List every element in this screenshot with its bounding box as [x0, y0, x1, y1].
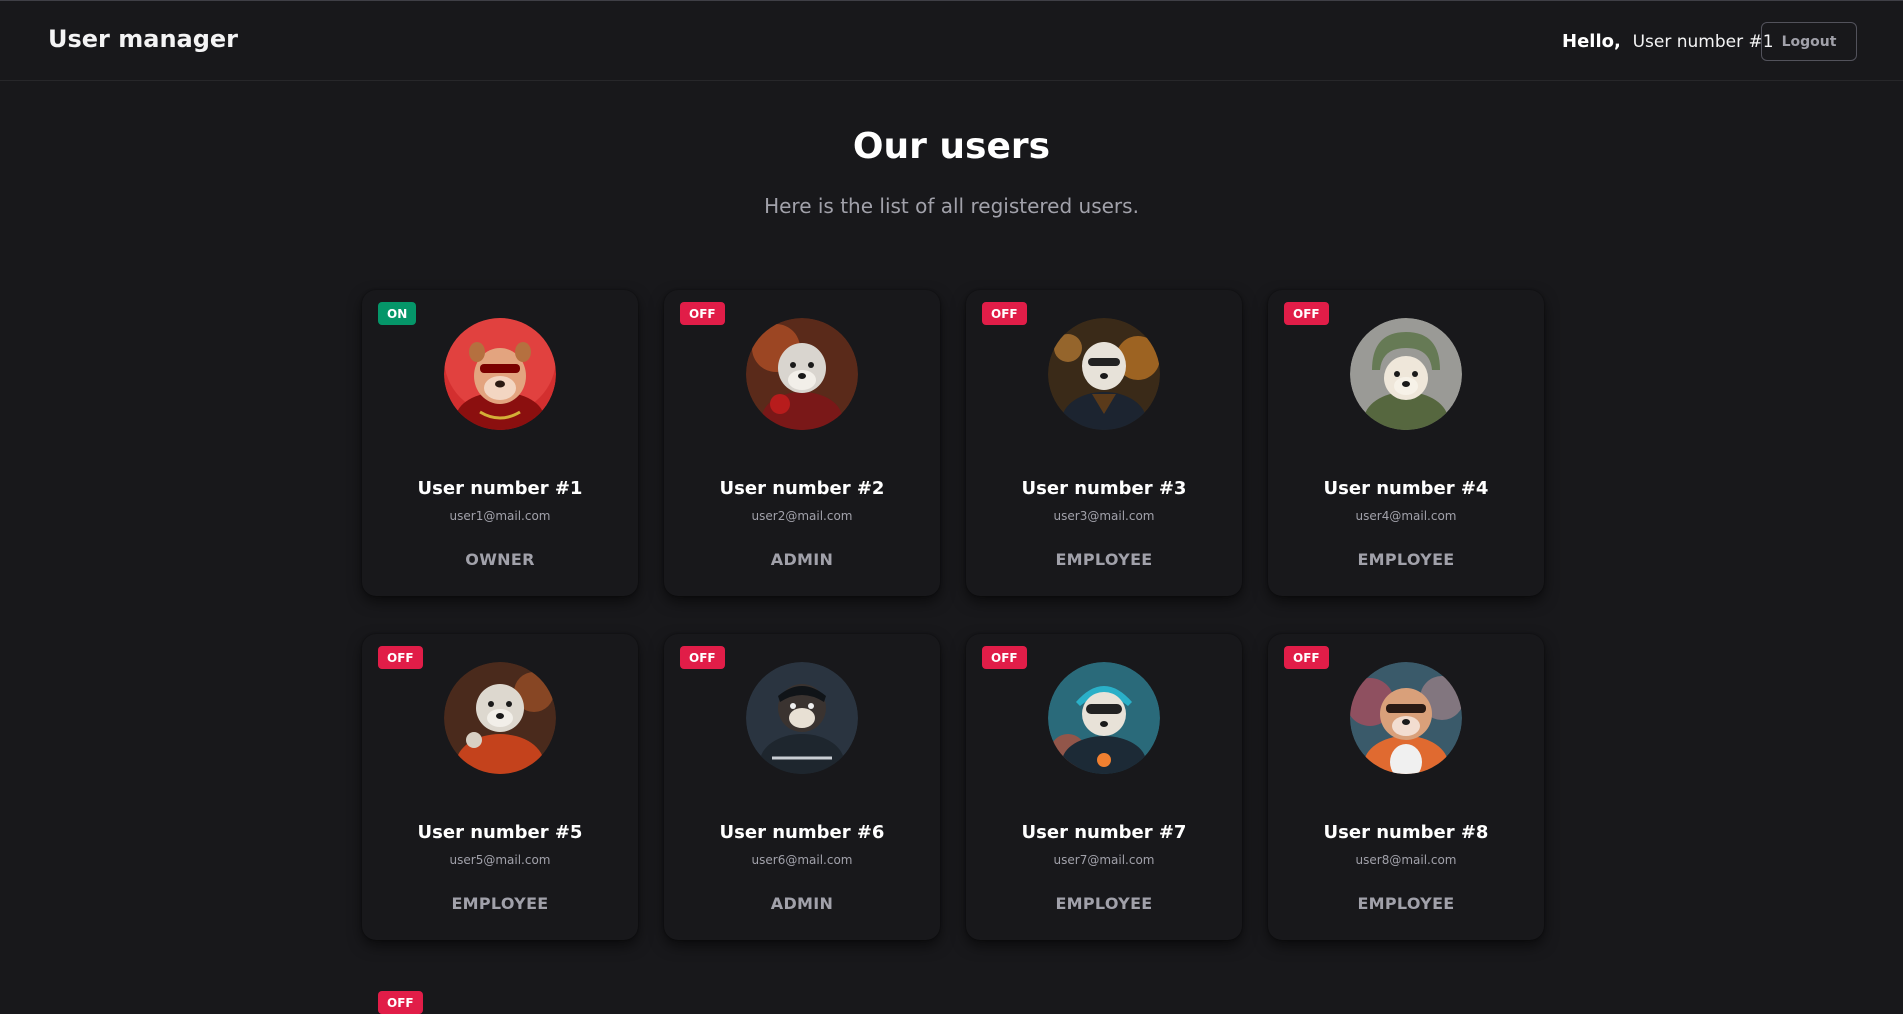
user-name: User number #4 [1323, 478, 1489, 499]
user-role: EMPLOYEE [451, 894, 549, 913]
user-role: EMPLOYEE [1357, 894, 1455, 913]
greeting-hello: Hello, [1562, 31, 1621, 52]
status-badge: OFF [1284, 646, 1329, 669]
users-grid: ON User number #1 user1@mail.com OWNER O… [362, 290, 1548, 940]
user-email: user6@mail.com [751, 853, 853, 867]
user-email: user8@mail.com [1355, 853, 1457, 867]
user-card[interactable]: OFF User number #7 user7@mail.com EMPLOY… [966, 634, 1242, 940]
user-email: user1@mail.com [449, 509, 551, 523]
page-title: Our users [852, 126, 1051, 167]
avatar [746, 318, 858, 430]
avatar [1350, 662, 1462, 774]
avatar [444, 662, 556, 774]
avatar [1350, 318, 1462, 430]
user-email: user5@mail.com [449, 853, 551, 867]
user-email: user3@mail.com [1053, 509, 1155, 523]
user-role: EMPLOYEE [1357, 550, 1455, 569]
user-email: user7@mail.com [1053, 853, 1155, 867]
dog-avatar-orange-jacket-icon [444, 662, 556, 774]
page-subtitle: Here is the list of all registered users… [764, 194, 1139, 218]
avatar [444, 318, 556, 430]
user-card[interactable]: ON User number #1 user1@mail.com OWNER [362, 290, 638, 596]
user-name: User number #5 [417, 822, 583, 843]
dog-avatar-helmet-icon [1350, 318, 1462, 430]
status-badge: OFF [378, 646, 423, 669]
dog-avatar-boxing-gloves-icon [746, 318, 858, 430]
status-badge: OFF [982, 302, 1027, 325]
avatar [1048, 662, 1160, 774]
avatar [1048, 318, 1160, 430]
user-role: EMPLOYEE [1055, 550, 1153, 569]
status-badge: OFF [680, 646, 725, 669]
user-card[interactable]: OFF User number #6 user6@mail.com ADMIN [664, 634, 940, 940]
dog-avatar-leather-jacket-icon [1048, 318, 1160, 430]
status-badge: OFF [680, 302, 725, 325]
avatar [746, 662, 858, 774]
user-name: User number #8 [1323, 822, 1489, 843]
user-name: User number #7 [1021, 822, 1187, 843]
user-name: User number #6 [719, 822, 885, 843]
dog-avatar-red-sunglasses-icon [444, 318, 556, 430]
user-role: ADMIN [770, 550, 834, 569]
status-badge: ON [378, 302, 417, 325]
status-badge: OFF [1284, 302, 1329, 325]
logout-button[interactable]: Logout [1761, 22, 1857, 61]
dog-avatar-motorcycle-dark-icon [746, 662, 858, 774]
user-email: user2@mail.com [751, 509, 853, 523]
user-role: ADMIN [770, 894, 834, 913]
greeting: Hello, User number #1 [1562, 31, 1774, 52]
user-card[interactable]: OFF User number #2 user2@mail.com ADMIN [664, 290, 940, 596]
app-brand[interactable]: User manager [48, 25, 238, 53]
dog-avatar-bulldog-sunglasses-icon [1350, 662, 1462, 774]
user-email: user4@mail.com [1355, 509, 1457, 523]
status-badge: OFF [982, 646, 1027, 669]
user-name: User number #1 [417, 478, 583, 499]
status-badge: OFF [378, 991, 423, 1014]
top-navbar: User manager Hello, User number #1 Logou… [0, 0, 1903, 81]
user-name: User number #2 [719, 478, 885, 499]
dog-avatar-motorcycle-goggles-icon [1048, 662, 1160, 774]
user-card[interactable]: OFF User number #5 user5@mail.com EMPLOY… [362, 634, 638, 940]
current-user-name: User number #1 [1632, 32, 1774, 52]
user-card[interactable]: OFF User number #4 user4@mail.com EMPLOY… [1268, 290, 1544, 596]
user-role: OWNER [465, 550, 535, 569]
user-role: EMPLOYEE [1055, 894, 1153, 913]
user-name: User number #3 [1021, 478, 1187, 499]
user-card[interactable]: OFF User number #3 user3@mail.com EMPLOY… [966, 290, 1242, 596]
user-card[interactable]: OFF User number #8 user8@mail.com EMPLOY… [1268, 634, 1544, 940]
